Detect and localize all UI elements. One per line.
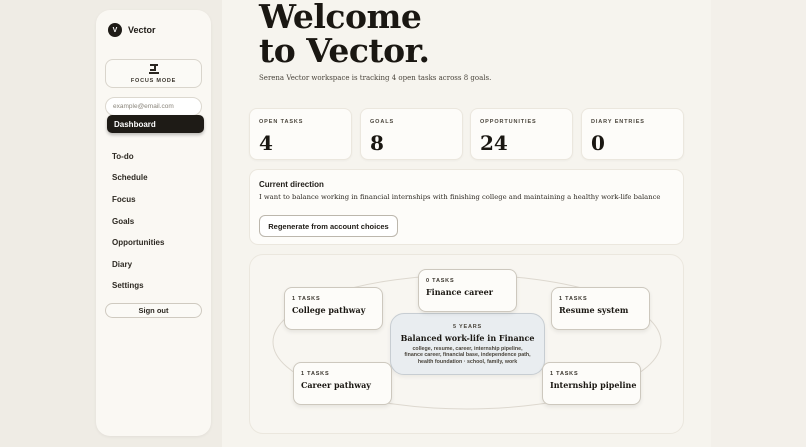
stat-label: OPEN TASKS bbox=[259, 119, 304, 125]
goal-node-title: Internship pipeline bbox=[550, 380, 637, 390]
stat-card-open-tasks: OPEN TASKS 4 bbox=[249, 108, 352, 160]
sidebar-item-settings[interactable]: Settings bbox=[107, 276, 204, 294]
center-goal-keywords: college, resume, career, internship pipe… bbox=[404, 346, 531, 365]
vector-logo-icon: V bbox=[108, 23, 122, 37]
brand-name: Vector bbox=[128, 25, 156, 35]
stat-label: OPPORTUNITIES bbox=[480, 119, 537, 125]
stat-card-goals: GOALS 8 bbox=[360, 108, 463, 160]
stat-value: 4 bbox=[259, 131, 273, 155]
goal-node-college-pathway[interactable]: 1 TASKS College pathway bbox=[284, 287, 383, 330]
goal-node-title: Career pathway bbox=[301, 380, 371, 390]
current-direction-text: I want to balance working in financial i… bbox=[259, 193, 661, 201]
page-title: Welcome to Vector. bbox=[259, 0, 430, 68]
sign-out-button[interactable]: Sign out bbox=[105, 303, 202, 318]
email-field[interactable] bbox=[105, 97, 202, 116]
goal-node-count: 1 TASKS bbox=[550, 371, 579, 377]
sidebar-item-diary[interactable]: Diary bbox=[107, 255, 204, 273]
goal-node-title: Resume system bbox=[559, 305, 629, 315]
goal-node-career-pathway[interactable]: 1 TASKS Career pathway bbox=[293, 362, 392, 405]
stat-value: 8 bbox=[370, 131, 384, 155]
goal-node-title: Finance career bbox=[426, 287, 493, 297]
stat-card-opportunities: OPPORTUNITIES 24 bbox=[470, 108, 573, 160]
goal-node-finance-career[interactable]: 0 TASKS Finance career bbox=[418, 269, 517, 312]
focus-mode-label: FOCUS MODE bbox=[130, 77, 177, 84]
page-subtitle: Serena Vector workspace is tracking 4 op… bbox=[259, 74, 492, 82]
sidebar-item-opportunities[interactable]: Opportunities bbox=[107, 233, 204, 251]
sidebar: V Vector FOCUS MODE Dashboard To-do Sche… bbox=[96, 10, 211, 436]
stat-label: GOALS bbox=[370, 119, 395, 125]
goal-node-count: 1 TASKS bbox=[559, 296, 588, 302]
stat-card-diary-entries: DIARY ENTRIES 0 bbox=[581, 108, 684, 160]
center-goal-title: Balanced work-life in Finance bbox=[400, 333, 535, 343]
goal-node-internship-pipeline[interactable]: 1 TASKS Internship pipeline bbox=[542, 362, 641, 405]
center-goal-duration: 5 YEARS bbox=[452, 324, 483, 330]
right-background bbox=[711, 0, 806, 447]
regenerate-button[interactable]: Regenerate from account choices bbox=[259, 215, 398, 237]
page-title-line-2: to Vector. bbox=[259, 31, 430, 70]
stat-value: 0 bbox=[591, 131, 605, 155]
sidebar-item-schedule[interactable]: Schedule bbox=[107, 168, 204, 186]
sidebar-item-todo[interactable]: To-do bbox=[107, 147, 204, 165]
goal-map: 5 YEARS Balanced work-life in Finance co… bbox=[249, 254, 684, 434]
current-direction-card: Current direction I want to balance work… bbox=[249, 169, 684, 245]
goal-node-count: 1 TASKS bbox=[292, 296, 321, 302]
goal-node-title: College pathway bbox=[292, 305, 366, 315]
center-goal-node[interactable]: 5 YEARS Balanced work-life in Finance co… bbox=[390, 313, 545, 375]
sidebar-item-focus[interactable]: Focus bbox=[107, 190, 204, 208]
stat-label: DIARY ENTRIES bbox=[591, 119, 645, 125]
sidebar-item-goals[interactable]: Goals bbox=[107, 212, 204, 230]
brand[interactable]: V Vector bbox=[108, 23, 156, 37]
focus-mode-button[interactable]: FOCUS MODE bbox=[105, 59, 202, 88]
stat-value: 24 bbox=[480, 131, 508, 155]
goal-node-resume-system[interactable]: 1 TASKS Resume system bbox=[551, 287, 650, 330]
goal-node-count: 0 TASKS bbox=[426, 278, 455, 284]
focus-mode-icon bbox=[148, 63, 160, 76]
goal-node-count: 1 TASKS bbox=[301, 371, 330, 377]
current-direction-title: Current direction bbox=[259, 180, 324, 189]
sidebar-item-dashboard[interactable]: Dashboard bbox=[107, 115, 204, 133]
